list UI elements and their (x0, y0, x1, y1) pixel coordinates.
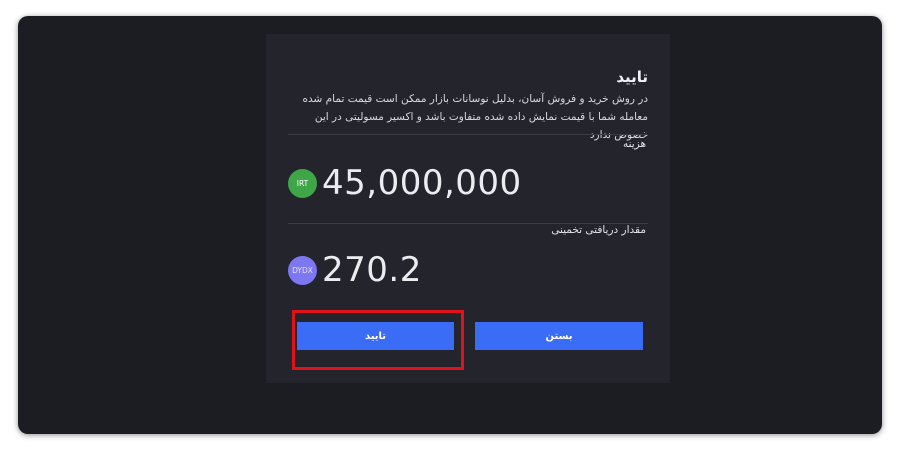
dydx-coin-icon: DYDX (288, 255, 317, 285)
irt-coin-icon: IRT (288, 168, 317, 198)
irt-coin-icon-text: IRT (296, 178, 309, 188)
app-screen: تایید در روش خرید و فروش آسان، بدلیل نوس… (18, 16, 882, 434)
modal-description: در روش خرید و فروش آسان، بدلیل نوسانات ب… (302, 93, 648, 141)
cost-amount-row: IRT 45,000,000 (288, 163, 522, 203)
close-button[interactable]: بستن (475, 322, 643, 350)
estimated-receive-value: 270.2 (322, 250, 422, 290)
confirm-button[interactable]: تایید (297, 322, 454, 350)
cost-value: 45,000,000 (322, 163, 522, 203)
estimated-receive-amount-row: DYDX 270.2 (288, 250, 422, 290)
divider (288, 134, 648, 135)
cost-label: هزینه (622, 138, 646, 150)
modal-title: تایید (616, 68, 648, 86)
estimated-receive-label: مقدار دریافتی تخمینی (551, 224, 646, 236)
dydx-coin-icon-text: DYDX (292, 265, 313, 275)
